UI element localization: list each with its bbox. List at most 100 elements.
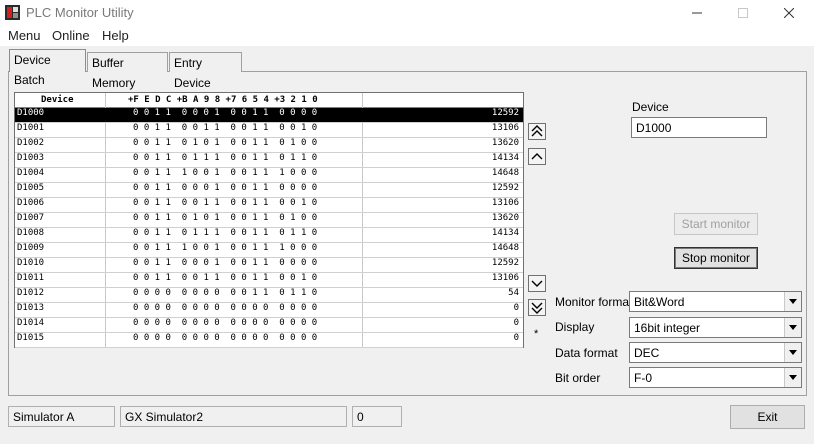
row-value: 14134 [491, 153, 519, 163]
scroll-down-button[interactable] [528, 275, 546, 292]
row-device: D1003 [17, 153, 45, 163]
scroll-up-button[interactable] [528, 148, 546, 165]
row-bits: 0 0 1 1 0 1 0 1 0 0 1 1 0 1 0 0 [133, 213, 318, 223]
table-row[interactable]: D1011 0 0 1 1 0 0 1 1 0 0 1 1 0 0 1 0 1310… [15, 273, 523, 288]
row-device: D1008 [17, 228, 45, 238]
table-row[interactable]: D1006 0 0 1 1 0 0 1 1 0 0 1 1 0 0 1 0 1310… [15, 198, 523, 213]
grid-header-bits: +F E D C +B A 9 8 +7 6 5 4 +3 2 1 0 [128, 95, 318, 105]
double-chevron-up-icon [531, 125, 543, 137]
row-bits: 0 0 1 1 0 1 1 1 0 0 1 1 0 1 1 0 [133, 153, 318, 163]
menu-item-online[interactable]: Online [52, 28, 90, 43]
monitor-format-select[interactable]: Bit&Word [629, 291, 802, 312]
row-value: 0 [513, 318, 519, 328]
data-format-select[interactable]: DEC [629, 342, 802, 363]
start-monitor-button[interactable]: Start monitor [674, 213, 758, 235]
data-format-label: Data format [555, 346, 618, 360]
row-bits: 0 0 1 1 0 0 1 1 0 0 1 1 0 0 1 0 [133, 123, 318, 133]
table-row[interactable]: D1014 0 0 0 0 0 0 0 0 0 0 0 0 0 0 0 0 0 [15, 318, 523, 333]
table-row[interactable]: D1003 0 0 1 1 0 1 1 1 0 0 1 1 0 1 1 0 1413… [15, 153, 523, 168]
device-input[interactable]: D1000 [631, 117, 767, 138]
row-device: D1015 [17, 333, 45, 343]
tab-device-batch[interactable]: Device Batch [9, 49, 86, 87]
row-value: 13620 [491, 138, 519, 148]
row-value: 13106 [491, 273, 519, 283]
menu-item-help[interactable]: Help [102, 28, 129, 43]
row-bits: 0 0 0 0 0 0 0 0 0 0 0 0 0 0 0 0 [133, 318, 318, 328]
dropdown-arrow-icon [784, 318, 801, 337]
dropdown-arrow-icon [784, 368, 801, 387]
tab-entry-device[interactable]: Entry Device [169, 52, 242, 90]
row-device: D1009 [17, 243, 45, 253]
table-row[interactable]: D1005 0 0 1 1 0 0 0 1 0 0 1 1 0 0 0 0 1259… [15, 183, 523, 198]
device-grid[interactable]: Device +F E D C +B A 9 8 +7 6 5 4 +3 2 1… [14, 92, 524, 348]
display-select[interactable]: 16bit integer [629, 317, 802, 338]
table-row[interactable]: D1015 0 0 0 0 0 0 0 0 0 0 0 0 0 0 0 0 0 [15, 333, 523, 348]
minimize-button[interactable] [674, 0, 720, 26]
maximize-icon [738, 8, 748, 18]
row-value: 12592 [491, 258, 519, 268]
table-row[interactable]: D1010 0 0 1 1 0 0 0 1 0 0 1 1 0 0 0 0 1259… [15, 258, 523, 273]
monitor-format-value: Bit&Word [634, 295, 685, 309]
table-row[interactable]: D1001 0 0 1 1 0 0 1 1 0 0 1 1 0 0 1 0 1310… [15, 123, 523, 138]
row-device: D1014 [17, 318, 45, 328]
exit-button[interactable]: Exit [730, 405, 805, 429]
table-row[interactable]: D1000 0 0 1 1 0 0 0 1 0 0 1 1 0 0 0 0 1259… [15, 108, 523, 123]
dropdown-arrow-icon [784, 343, 801, 362]
row-bits: 0 0 1 1 0 0 1 1 0 0 1 1 0 0 1 0 [133, 198, 318, 208]
row-value: 14648 [491, 243, 519, 253]
row-value: 13620 [491, 213, 519, 223]
status-count: 0 [352, 406, 402, 427]
data-format-value: DEC [634, 346, 660, 360]
window-title: PLC Monitor Utility [26, 5, 134, 20]
row-device: D1006 [17, 198, 45, 208]
maximize-button[interactable] [720, 0, 766, 26]
row-value: 14648 [491, 168, 519, 178]
table-row[interactable]: D1013 0 0 0 0 0 0 0 0 0 0 0 0 0 0 0 0 0 [15, 303, 523, 318]
stop-monitor-button[interactable]: Stop monitor [674, 247, 758, 269]
row-bits: 0 0 1 1 1 0 0 1 0 0 1 1 1 0 0 0 [133, 243, 318, 253]
row-value: 0 [513, 303, 519, 313]
row-device: D1011 [17, 273, 45, 283]
table-row[interactable]: D1004 0 0 1 1 1 0 0 1 0 0 1 1 1 0 0 0 1464… [15, 168, 523, 183]
display-value: 16bit integer [634, 321, 701, 335]
row-device: D1010 [17, 258, 45, 268]
row-device: D1013 [17, 303, 45, 313]
page-down-button[interactable] [528, 299, 546, 316]
row-bits: 0 0 1 1 1 0 0 1 0 0 1 1 1 0 0 0 [133, 168, 318, 178]
table-row[interactable]: D1009 0 0 1 1 1 0 0 1 0 0 1 1 1 0 0 0 1464… [15, 243, 523, 258]
modified-marker: * [534, 328, 539, 340]
row-device: D1007 [17, 213, 45, 223]
table-row[interactable]: D1007 0 0 1 1 0 1 0 1 0 0 1 1 0 1 0 0 1362… [15, 213, 523, 228]
chevron-down-icon [531, 280, 543, 287]
minimize-icon [692, 12, 702, 14]
row-device: D1004 [17, 168, 45, 178]
double-chevron-down-icon [531, 302, 543, 314]
row-device: D1005 [17, 183, 45, 193]
table-row[interactable]: D1012 0 0 0 0 0 0 0 0 0 0 1 1 0 1 1 0 54 [15, 288, 523, 303]
table-row[interactable]: D1008 0 0 1 1 0 1 1 1 0 0 1 1 0 1 1 0 1413… [15, 228, 523, 243]
row-value: 0 [513, 333, 519, 343]
row-value: 54 [508, 288, 519, 298]
table-row[interactable]: D1002 0 0 1 1 0 1 0 1 0 0 1 1 0 1 0 0 1362… [15, 138, 523, 153]
row-value: 12592 [491, 108, 519, 118]
bit-order-value: F-0 [634, 371, 652, 385]
chevron-up-icon [531, 153, 543, 160]
row-device: D1000 [17, 108, 45, 118]
row-bits: 0 0 1 1 0 0 0 1 0 0 1 1 0 0 0 0 [133, 108, 318, 118]
row-device: D1002 [17, 138, 45, 148]
row-bits: 0 0 1 1 0 0 1 1 0 0 1 1 0 0 1 0 [133, 273, 318, 283]
menu-item-menu[interactable]: Menu [8, 28, 41, 43]
tab-buffer-memory[interactable]: Buffer Memory [87, 52, 168, 90]
row-value: 13106 [491, 198, 519, 208]
page-up-button[interactable] [528, 123, 546, 140]
title-bar: PLC Monitor Utility [0, 0, 814, 26]
row-bits: 0 0 0 0 0 0 0 0 0 0 0 0 0 0 0 0 [133, 303, 318, 313]
dropdown-arrow-icon [784, 292, 801, 311]
bit-order-select[interactable]: F-0 [629, 367, 802, 388]
bit-order-label: Bit order [555, 371, 601, 385]
row-bits: 0 0 1 1 0 1 1 1 0 0 1 1 0 1 1 0 [133, 228, 318, 238]
status-plc: Simulator A [8, 406, 115, 427]
row-bits: 0 0 0 0 0 0 0 0 0 0 0 0 0 0 0 0 [133, 333, 318, 343]
status-simulator: GX Simulator2 [120, 406, 347, 427]
close-button[interactable] [766, 0, 812, 26]
